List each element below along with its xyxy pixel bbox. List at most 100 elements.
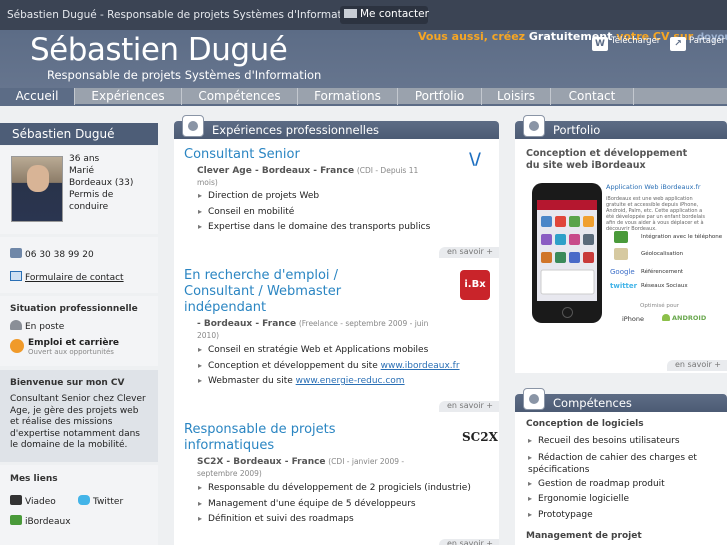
contact-form-link[interactable]: Formulaire de contact [25, 273, 124, 283]
competences-header: Compétences [515, 388, 727, 412]
header-name: Sébastien Dugué [30, 32, 288, 68]
situation-title: Situation professionnelle [10, 304, 138, 314]
job-bullet-text: Conseil en stratégie Web et Applications… [208, 345, 429, 355]
job-bullet: Définition et suivi des roadmaps [198, 514, 471, 530]
experiences-header: Expériences professionnelles [174, 115, 499, 139]
phone-app-icons [540, 216, 595, 295]
competence-item: Recueil des besoins utilisateurs [528, 436, 708, 452]
link-viadeo[interactable]: Viadeo [10, 495, 56, 507]
ibordeaux-link[interactable]: www.ibordeaux.fr [381, 361, 460, 371]
nav-accueil[interactable]: Accueil [0, 88, 75, 105]
welcome-title: Bienvenue sur mon CV [10, 378, 125, 388]
share-button[interactable]: ↗ Partager [670, 36, 725, 51]
job-bullet: Responsable du développement de 2 progic… [198, 483, 471, 499]
feature-label: Référencement [641, 269, 684, 275]
ibordeaux-logo-icon: i.Bx [460, 270, 490, 300]
job-title[interactable]: En recherche d'emploi / Consultant / Web… [184, 268, 384, 316]
competences-header-label: Compétences [553, 396, 632, 410]
situation-block: Situation professionnelle En poste Emplo… [0, 296, 158, 366]
main-nav: Accueil Expériences Compétences Formatio… [0, 88, 727, 106]
profile-age: 36 ans [69, 154, 100, 164]
promo-text-1: Vous aussi, créez [418, 30, 529, 43]
feature-label: Intégration avec le téléphone [641, 234, 723, 240]
profile-photo [11, 156, 63, 222]
job-title[interactable]: Responsable de projets informatiques [184, 422, 384, 454]
app-title: Application Web iBordeaux.fr [606, 183, 701, 191]
job-bullet: Expertise dans le domaine des transports… [198, 222, 430, 238]
nav-competences[interactable]: Compétences [182, 88, 298, 105]
iphone-platform: iPhone [622, 314, 644, 323]
competence-item: Prototypage [528, 510, 708, 526]
job-bullets: Conseil en stratégie Web et Applications… [198, 345, 460, 392]
download-button[interactable]: W Télécharger [592, 36, 660, 51]
nav-formations[interactable]: Formations [298, 88, 398, 105]
welcome-text: Consultant Senior chez Clever Age, je gè… [10, 394, 146, 450]
competence-group-title: Conception de logiciels [526, 419, 644, 429]
job-company: SC2X - Bordeaux - France [197, 457, 326, 467]
more-link[interactable]: en savoir + [439, 401, 499, 412]
portfolio-more-link[interactable]: en savoir + [667, 360, 727, 371]
competence-group-title: Management de projet [526, 531, 642, 541]
portfolio-item-title[interactable]: Conception et développement du site web … [526, 148, 698, 172]
job-company: Clever Age - Bordeaux - France [197, 166, 355, 176]
profile-card: 36 ans Marié Bordeaux (33) Permis de con… [0, 146, 158, 234]
phone-feature-icon [614, 231, 628, 243]
more-link[interactable]: en savoir + [439, 539, 499, 545]
share-icon: ↗ [670, 37, 686, 51]
form-icon [10, 271, 22, 281]
situation-job-label: Emploi et carrière [28, 338, 120, 348]
nav-contact[interactable]: Contact [551, 88, 634, 105]
more-link[interactable]: en savoir + [439, 247, 499, 258]
job-bullet: Management d'une équipe de 5 développeur… [198, 499, 471, 515]
phone-number: 06 30 38 99 20 [25, 250, 94, 260]
feature-label: Réseaux Sociaux [641, 283, 688, 289]
viadeo-icon [10, 495, 22, 505]
optimized-label: Optimisé pour [640, 303, 679, 309]
job-meta: - Bordeaux - France (Freelance - septemb… [197, 318, 437, 342]
envelope-icon [344, 9, 357, 18]
iphone-label: iPhone [622, 315, 644, 323]
profile-license: Permis de conduire [69, 190, 114, 212]
nav-loisirs[interactable]: Loisirs [482, 88, 551, 105]
header-subtitle: Responsable de projets Systèmes d'Inform… [47, 68, 322, 82]
contact-form-row[interactable]: Formulaire de contact [10, 271, 124, 283]
profile-status: Marié [69, 166, 95, 176]
situation-job: Emploi et carrière Ouvert aux opportunit… [10, 338, 119, 356]
briefcase-icon [182, 115, 204, 137]
energie-reduc-link[interactable]: www.energie-reduc.com [296, 376, 405, 386]
download-label: Télécharger [611, 36, 661, 46]
cleverage-logo-icon: \/ [462, 146, 488, 172]
google-logo: Google [610, 268, 635, 276]
competence-list: Recueil des besoins utilisateurs Rédacti… [528, 436, 708, 525]
sidebar-title: Sébastien Dugué [0, 123, 158, 145]
word-document-icon: W [592, 37, 608, 51]
nav-experiences[interactable]: Expériences [75, 88, 182, 105]
app-description: iBordeaux est une web application gratui… [606, 196, 706, 232]
links-title: Mes liens [10, 474, 58, 484]
contact-me-button[interactable]: Me contacter [340, 6, 429, 24]
contact-me-label: Me contacter [360, 8, 429, 20]
iphone-screenshot[interactable] [532, 183, 602, 323]
job-bullet: Conception et développement du site www.… [198, 361, 460, 377]
job-title[interactable]: Consultant Senior [184, 147, 300, 163]
competence-item: Ergonomie logicielle [528, 494, 708, 510]
link-ibordeaux-label[interactable]: iBordeaux [25, 517, 71, 527]
job-bullet-text: Webmaster du site [208, 376, 296, 386]
profile-location: Bordeaux (33) [69, 178, 134, 188]
situation-current: En poste [10, 320, 64, 332]
nav-portfolio[interactable]: Portfolio [398, 88, 482, 105]
profile-info: 36 ans Marié Bordeaux (33) Permis de con… [69, 153, 133, 213]
job-bullet: Webmaster du site www.energie-reduc.com [198, 376, 460, 392]
twitter-icon [78, 495, 90, 505]
link-twitter-label[interactable]: Twitter [93, 497, 123, 507]
top-bar: Sébastien Dugué - Responsable de projets… [0, 0, 727, 30]
link-viadeo-label[interactable]: Viadeo [25, 497, 56, 507]
link-ibordeaux[interactable]: iBordeaux [10, 515, 71, 527]
links-block: Mes liens Viadeo Twitter iBordeaux [0, 465, 158, 545]
header: Sébastien Dugué Responsable de projets S… [0, 30, 727, 88]
sc2x-logo-icon: SC2X [462, 424, 498, 450]
situation-current-label: En poste [25, 322, 65, 332]
situation-job-sub: Ouvert aux opportunités [28, 348, 114, 356]
link-twitter[interactable]: Twitter [78, 495, 123, 507]
job-icon [10, 339, 24, 353]
